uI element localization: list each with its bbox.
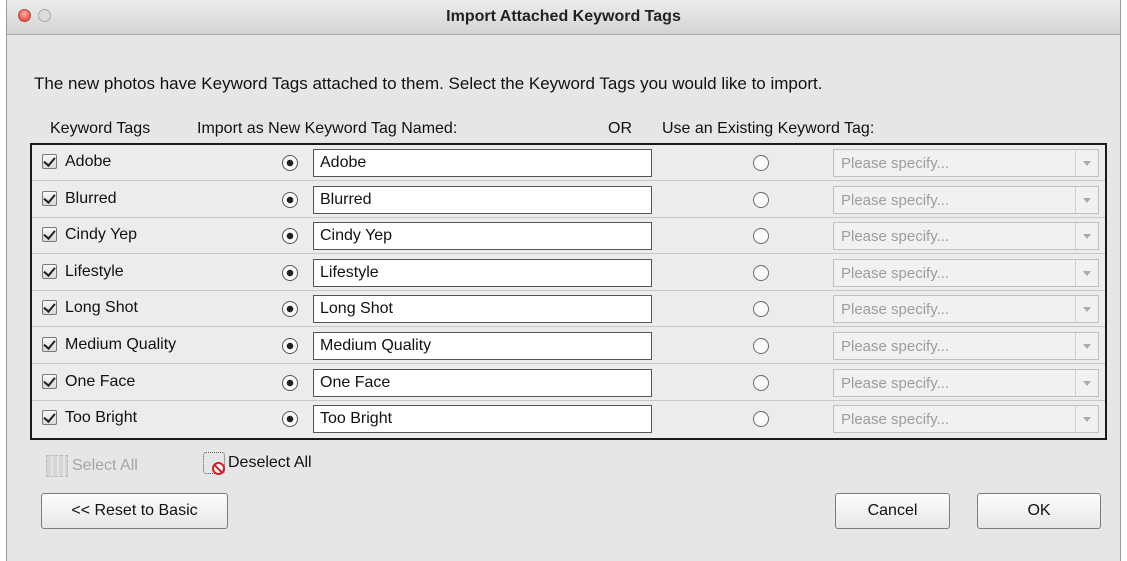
new-tag-name-input[interactable]: Too Bright <box>313 405 652 434</box>
use-existing-radio[interactable] <box>753 411 769 428</box>
existing-tag-dropdown[interactable]: Please specify... <box>833 258 1099 287</box>
keyword-tag-name: One Face <box>65 372 136 390</box>
tag-checkbox[interactable] <box>42 190 57 206</box>
existing-tag-dropdown[interactable]: Please specify... <box>833 222 1099 251</box>
deselect-all-label: Deselect All <box>228 454 312 471</box>
use-existing-radio[interactable] <box>753 155 769 171</box>
keyword-tag-name: Blurred <box>65 189 117 207</box>
new-tag-name-input[interactable]: Lifestyle <box>313 258 652 287</box>
table-row: Cindy Yep Cindy Yep Please specify... <box>32 218 1105 255</box>
title-bar: Import Attached Keyword Tags <box>7 0 1120 35</box>
new-tag-name-input[interactable]: Long Shot <box>313 295 652 324</box>
use-existing-radio[interactable] <box>753 338 769 354</box>
select-all-label: Select All <box>72 457 138 474</box>
existing-tag-dropdown[interactable]: Please specify... <box>833 185 1099 214</box>
tag-checkbox[interactable] <box>42 300 57 316</box>
use-existing-radio[interactable] <box>753 228 769 245</box>
use-existing-radio[interactable] <box>753 374 769 391</box>
keyword-tag-name: Cindy Yep <box>65 226 138 244</box>
new-tag-name-input[interactable]: Adobe <box>313 149 652 177</box>
table-row: One Face One Face Please specify... <box>32 365 1105 401</box>
existing-tag-placeholder: Please specify... <box>841 411 950 429</box>
dropdown-arrow-icon <box>1075 223 1098 250</box>
existing-tag-dropdown[interactable]: Please specify... <box>833 405 1099 434</box>
dialog-title: Import Attached Keyword Tags <box>446 8 681 25</box>
header-or: OR <box>608 120 632 137</box>
existing-tag-placeholder: Please specify... <box>841 264 950 282</box>
tag-checkbox[interactable] <box>42 337 57 352</box>
dropdown-arrow-icon <box>1075 406 1098 433</box>
table-row: Long Shot Long Shot Please specify... <box>32 291 1105 328</box>
new-tag-name-input[interactable]: One Face <box>313 368 652 397</box>
tag-checkbox[interactable] <box>42 154 57 169</box>
keyword-tags-table: Adobe Adobe Please specify... Blurred Blurre… <box>30 143 1107 440</box>
tag-checkbox[interactable] <box>42 410 57 426</box>
use-existing-radio[interactable] <box>753 264 769 281</box>
existing-tag-dropdown[interactable]: Please specify... <box>833 332 1099 360</box>
use-existing-radio[interactable] <box>753 191 769 208</box>
table-row: Lifestyle Lifestyle Please specify... <box>32 255 1105 291</box>
keyword-tag-name: Adobe <box>65 153 112 170</box>
existing-tag-placeholder: Please specify... <box>841 191 950 209</box>
existing-tag-dropdown[interactable]: Please specify... <box>833 295 1099 324</box>
header-use-existing: Use an Existing Keyword Tag: <box>662 120 875 137</box>
import-as-new-radio[interactable] <box>282 411 298 428</box>
import-keyword-tags-dialog: Import Attached Keyword Tags The new pho… <box>6 0 1121 561</box>
tag-checkbox[interactable] <box>42 227 57 243</box>
new-tag-name-input[interactable]: Medium Quality <box>313 332 652 360</box>
keyword-tag-name: Too Bright <box>65 409 138 427</box>
cancel-button[interactable]: Cancel <box>835 493 950 529</box>
new-tag-name-input[interactable]: Blurred <box>313 185 652 214</box>
existing-tag-placeholder: Please specify... <box>841 374 950 392</box>
import-as-new-radio[interactable] <box>282 301 298 318</box>
dropdown-arrow-icon <box>1075 296 1098 323</box>
import-as-new-radio[interactable] <box>282 228 298 245</box>
import-as-new-radio[interactable] <box>282 338 298 354</box>
import-as-new-radio[interactable] <box>282 155 298 171</box>
dropdown-arrow-icon <box>1075 186 1098 213</box>
existing-tag-dropdown[interactable]: Please specify... <box>833 149 1099 177</box>
existing-tag-placeholder: Please specify... <box>841 228 950 246</box>
keyword-tag-name: Lifestyle <box>65 262 124 280</box>
new-tag-name-input[interactable]: Cindy Yep <box>313 222 652 251</box>
table-row: Adobe Adobe Please specify... <box>32 145 1105 181</box>
deselect-all-icon <box>203 452 225 475</box>
header-keyword-tags: Keyword Tags <box>50 120 151 137</box>
tag-checkbox[interactable] <box>42 263 57 279</box>
use-existing-radio[interactable] <box>753 301 769 318</box>
instruction-text: The new photos have Keyword Tags attache… <box>34 74 823 93</box>
dropdown-arrow-icon <box>1075 333 1098 359</box>
dropdown-arrow-icon <box>1075 259 1098 286</box>
import-as-new-radio[interactable] <box>282 374 298 391</box>
table-row: Medium Quality Medium Quality Please speci… <box>32 328 1105 364</box>
table-row: Blurred Blurred Please specify... <box>32 182 1105 218</box>
existing-tag-placeholder: Please specify... <box>841 155 950 172</box>
keyword-tag-name: Long Shot <box>65 299 138 317</box>
dropdown-arrow-icon <box>1075 369 1098 396</box>
tag-checkbox[interactable] <box>42 373 57 389</box>
select-all-icon <box>46 455 68 477</box>
import-as-new-radio[interactable] <box>282 264 298 281</box>
ok-button[interactable]: OK <box>977 493 1101 529</box>
existing-tag-placeholder: Please specify... <box>841 338 950 355</box>
table-row: Too Bright Too Bright Please specify... <box>32 401 1105 437</box>
import-as-new-radio[interactable] <box>282 191 298 208</box>
reset-to-basic-button[interactable]: << Reset to Basic <box>41 493 228 529</box>
keyword-tag-name: Medium Quality <box>65 336 177 353</box>
existing-tag-placeholder: Please specify... <box>841 301 950 319</box>
existing-tag-dropdown[interactable]: Please specify... <box>833 368 1099 397</box>
header-import-as-new: Import as New Keyword Tag Named: <box>197 120 458 137</box>
dropdown-arrow-icon <box>1075 150 1098 176</box>
